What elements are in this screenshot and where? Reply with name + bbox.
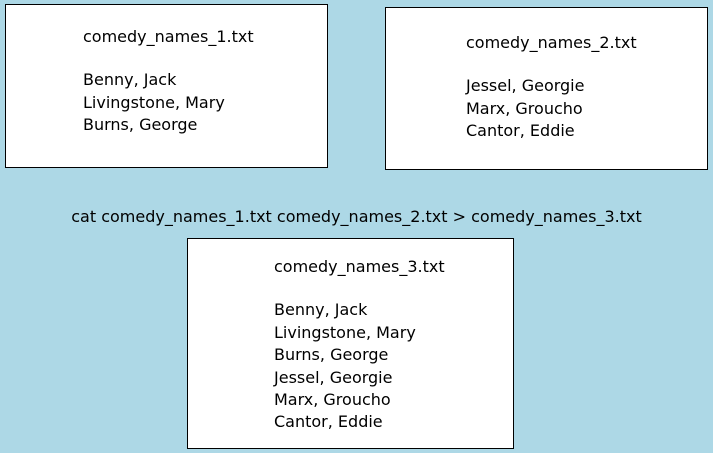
file-line: Marx, Groucho <box>466 98 583 118</box>
file-line: Benny, Jack <box>274 300 368 320</box>
file-title: comedy_names_2.txt <box>466 33 637 52</box>
file-line: Cantor, Eddie <box>274 412 383 432</box>
file-title: comedy_names_1.txt <box>83 27 254 46</box>
file-title: comedy_names_3.txt <box>274 257 445 276</box>
file-box-comedy-names-1: comedy_names_1.txt Benny, Jack Livingsto… <box>5 4 328 168</box>
file-content: comedy_names_1.txt Benny, Jack Livingsto… <box>83 26 254 137</box>
cat-command-text: cat comedy_names_1.txt comedy_names_2.tx… <box>71 207 642 226</box>
file-lines: Benny, Jack Livingstone, Mary Burns, Geo… <box>83 69 254 136</box>
file-box-comedy-names-2: comedy_names_2.txt Jessel, Georgie Marx,… <box>385 7 708 170</box>
file-box-comedy-names-3: comedy_names_3.txt Benny, Jack Livingsto… <box>187 238 514 449</box>
file-line: Livingstone, Mary <box>83 92 225 112</box>
file-lines: Benny, Jack Livingstone, Mary Burns, Geo… <box>274 299 445 433</box>
file-content: comedy_names_3.txt Benny, Jack Livingsto… <box>274 256 445 434</box>
file-line: Livingstone, Mary <box>274 322 416 342</box>
file-lines: Jessel, Georgie Marx, Groucho Cantor, Ed… <box>466 75 637 142</box>
file-line: Burns, George <box>274 345 389 365</box>
file-content: comedy_names_2.txt Jessel, Georgie Marx,… <box>466 32 637 143</box>
file-line: Benny, Jack <box>83 70 177 90</box>
file-line: Marx, Groucho <box>274 390 391 410</box>
file-line: Jessel, Georgie <box>466 76 585 96</box>
file-line: Jessel, Georgie <box>274 367 393 387</box>
file-line: Cantor, Eddie <box>466 121 575 141</box>
file-line: Burns, George <box>83 115 198 135</box>
